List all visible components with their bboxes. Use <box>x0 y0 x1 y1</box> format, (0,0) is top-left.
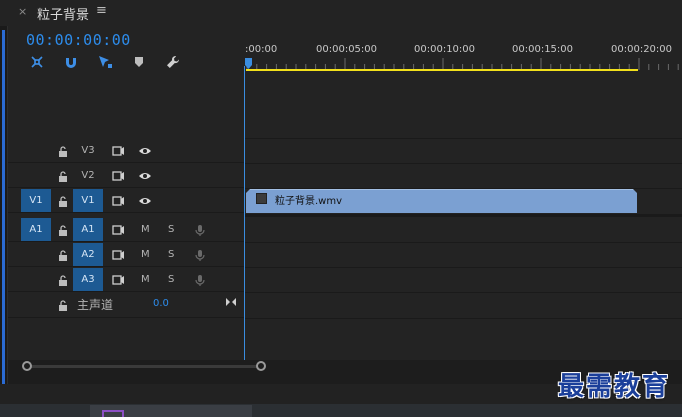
lock-icon[interactable] <box>56 194 70 208</box>
add-marker-icon[interactable] <box>130 53 148 71</box>
eye-icon[interactable] <box>138 169 152 183</box>
playhead-timecode[interactable]: 00:00:00:00 <box>26 31 131 49</box>
panel-focus-indicator <box>2 30 5 384</box>
eye-icon[interactable] <box>138 194 152 208</box>
close-tab-icon[interactable]: × <box>18 5 27 18</box>
track-name-v3[interactable]: V3 <box>73 139 103 162</box>
mute-button[interactable]: M <box>141 249 150 260</box>
scrollbar-thumb[interactable] <box>26 365 262 368</box>
sync-lock-icon[interactable] <box>111 273 125 287</box>
ruler-label: 00:00:20:00 <box>611 44 673 55</box>
watermark-logo: 最需教育 <box>558 372 671 402</box>
track-name-a2[interactable]: A2 <box>73 243 103 266</box>
work-area-bar[interactable] <box>246 69 638 71</box>
ruler-ticks <box>246 58 679 70</box>
panel-menu-icon[interactable]: ≡ <box>96 3 107 18</box>
ruler-label: 00:00:05:00 <box>316 44 378 55</box>
track-divider <box>245 138 682 139</box>
settings-wrench-icon[interactable] <box>164 53 182 71</box>
fx-badge-icon <box>256 193 267 204</box>
track-divider <box>245 318 682 319</box>
ruler-label: 00:00:15:00 <box>512 44 574 55</box>
mute-button[interactable]: M <box>141 274 150 285</box>
scrollbar-left-handle[interactable] <box>22 361 32 371</box>
master-volume-value[interactable]: 0.0 <box>153 298 169 309</box>
lock-icon[interactable] <box>56 223 70 237</box>
scrollbar-right-handle[interactable] <box>256 361 266 371</box>
timeline-tracks-area[interactable] <box>245 138 682 360</box>
track-name-v1[interactable]: V1 <box>73 189 103 212</box>
go-to-out-icon[interactable] <box>224 295 238 309</box>
track-header-a2[interactable] <box>8 243 245 267</box>
track-divider <box>245 242 682 243</box>
sync-lock-icon[interactable] <box>111 194 125 208</box>
sync-lock-icon[interactable] <box>111 248 125 262</box>
track-name-a3[interactable]: A3 <box>73 268 103 291</box>
lock-icon[interactable] <box>56 169 70 183</box>
master-track-label: 主声道 <box>77 298 114 312</box>
nest-sequence-icon[interactable] <box>28 53 46 71</box>
track-divider <box>245 267 682 268</box>
lock-icon[interactable] <box>56 298 70 312</box>
solo-button[interactable]: S <box>168 249 174 260</box>
track-name-a1[interactable]: A1 <box>73 218 103 241</box>
source-target-a1[interactable]: A1 <box>21 218 51 241</box>
microphone-icon[interactable] <box>193 248 207 262</box>
track-header-v3[interactable] <box>8 139 245 163</box>
track-header-v2[interactable] <box>8 164 245 188</box>
time-ruler[interactable] <box>245 26 682 138</box>
sync-lock-icon[interactable] <box>111 169 125 183</box>
microphone-icon[interactable] <box>193 273 207 287</box>
track-header-master[interactable] <box>8 293 245 318</box>
mute-button[interactable]: M <box>141 224 150 235</box>
solo-button[interactable]: S <box>168 274 174 285</box>
sequence-tab-title[interactable]: 粒子背景 <box>37 4 89 23</box>
ruler-label: :00:00 <box>245 44 278 55</box>
playhead-line <box>244 66 245 360</box>
microphone-icon[interactable] <box>193 223 207 237</box>
solo-button[interactable]: S <box>168 224 174 235</box>
track-divider <box>245 163 682 164</box>
lock-icon[interactable] <box>56 248 70 262</box>
track-header-a3[interactable] <box>8 268 245 292</box>
lock-icon[interactable] <box>56 273 70 287</box>
sync-lock-icon[interactable] <box>111 144 125 158</box>
eye-icon[interactable] <box>138 144 152 158</box>
track-name-v2[interactable]: V2 <box>73 164 103 187</box>
lock-icon[interactable] <box>56 144 70 158</box>
source-target-v1[interactable]: V1 <box>21 189 51 212</box>
playhead-handle[interactable] <box>245 58 253 69</box>
sync-lock-icon[interactable] <box>111 223 125 237</box>
linked-selection-icon[interactable] <box>96 53 114 71</box>
track-divider <box>245 292 682 293</box>
snap-magnet-icon[interactable] <box>62 53 80 71</box>
track-divider <box>245 214 682 217</box>
premiere-app-icon[interactable] <box>102 410 124 417</box>
clip-name: 粒子背景.wmv <box>275 196 343 207</box>
ruler-label: 00:00:10:00 <box>414 44 476 55</box>
